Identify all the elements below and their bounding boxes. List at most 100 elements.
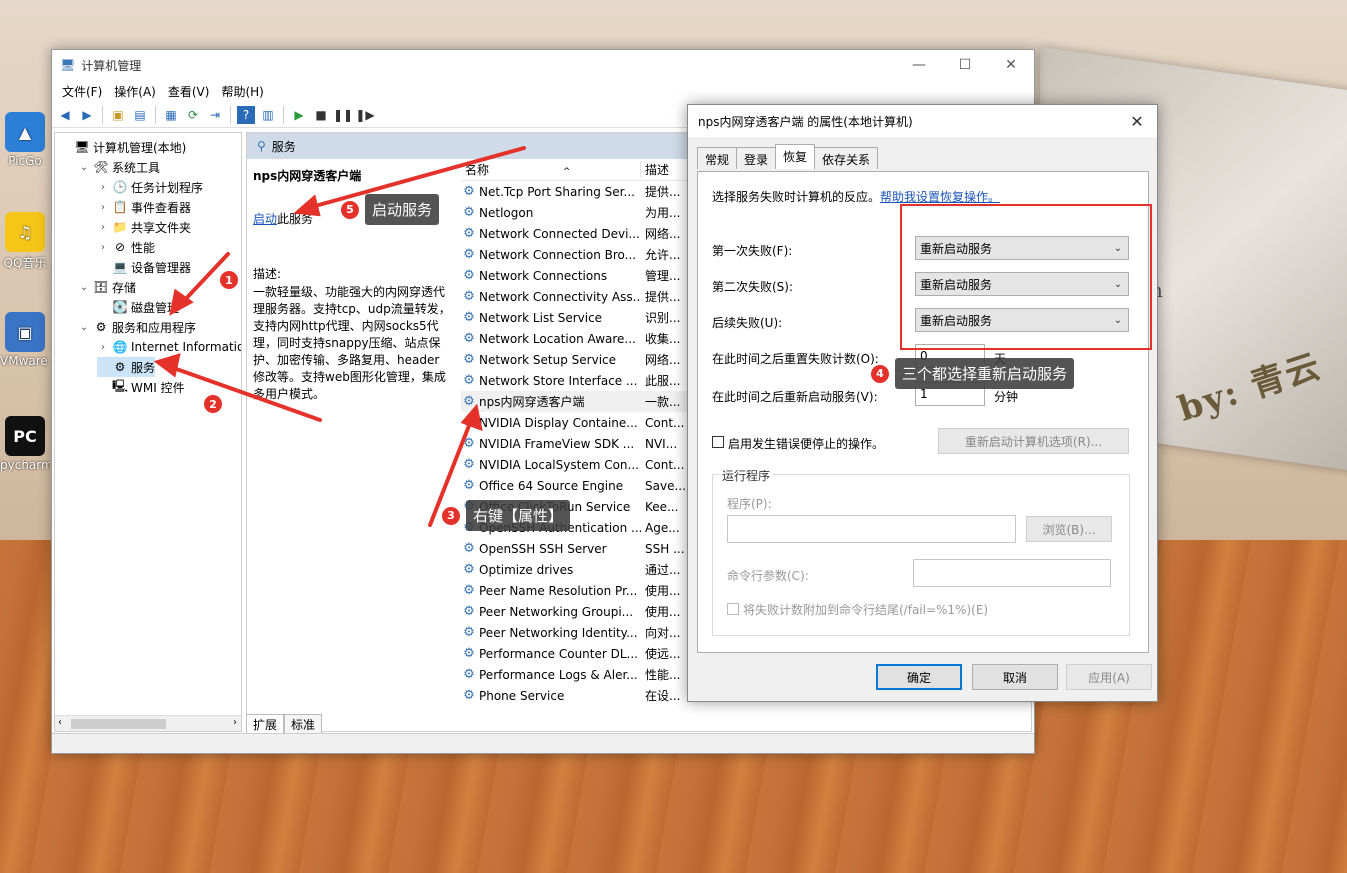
dialog-close-icon[interactable]: ✕ — [1117, 112, 1157, 131]
tree-expander-icon[interactable]: › — [97, 182, 109, 193]
tree-expander-icon[interactable]: › — [97, 342, 109, 353]
tab-general[interactable]: 常规 — [697, 147, 738, 169]
desktop-icon[interactable]: ▣ VMware Workstati... — [0, 312, 50, 368]
restart-unit: 分钟 — [994, 390, 1019, 404]
back-icon[interactable]: ◀ — [56, 106, 74, 124]
desktop-icon[interactable]: ♫ QQ音乐 — [0, 212, 50, 271]
tree-expander-icon[interactable]: ⌄ — [78, 322, 90, 333]
tree-node-icon: ⚙ — [95, 320, 107, 334]
service-name: Netlogon — [479, 205, 534, 220]
refresh-icon[interactable]: ⟳ — [184, 106, 202, 124]
enable-stop-errors-checkbox[interactable] — [712, 436, 724, 448]
forward-icon[interactable]: ▶ — [78, 106, 96, 124]
menu-action[interactable]: 操作(A) — [108, 83, 162, 100]
tree-item[interactable]: › 🕒 任务计划程序 — [97, 177, 203, 197]
tree-expander-icon[interactable]: ⌄ — [78, 282, 90, 293]
tree-item[interactable]: ⌄ ⚙ 服务和应用程序 — [78, 317, 196, 337]
annotation-2-number: 2 — [204, 395, 222, 413]
desktop-icon[interactable]: PC pycharm — [0, 416, 50, 472]
tree-node-icon: 💻 — [112, 260, 128, 274]
start-service-link[interactable]: 启动 — [253, 212, 277, 226]
tab-recovery[interactable]: 恢复 — [775, 144, 816, 169]
tab-standard[interactable]: 标准 — [284, 714, 323, 734]
annotation-1-number: 1 — [220, 271, 238, 289]
service-name: Network List Service — [479, 310, 603, 325]
apply-button[interactable]: 应用(A) — [1066, 664, 1152, 690]
tree-item[interactable]: ⌄ 🗄 存储 — [78, 277, 136, 297]
tree-item[interactable]: 💽 磁盘管理 — [97, 297, 180, 317]
sort-up-icon: ^ — [563, 167, 571, 177]
tree-horizontal-scrollbar[interactable]: ‹ › — [55, 715, 241, 731]
tree-node-icon: 🗄 — [93, 280, 109, 294]
description-text: 一款轻量级、功能强大的内网穿透代理服务器。支持tcp、udp流量转发，支持内网h… — [253, 285, 451, 401]
service-gear-icon: ⚙ — [463, 541, 475, 556]
service-desc: 提供... — [645, 290, 681, 304]
tree-item[interactable]: ›🌐Internet Information S — [97, 337, 241, 357]
tree-expander-icon[interactable]: › — [97, 222, 109, 233]
program-input[interactable] — [727, 515, 1016, 543]
column-name[interactable]: 名称 ^ — [461, 161, 641, 178]
menu-help[interactable]: 帮助(H) — [215, 83, 269, 100]
service-name: Peer Networking Groupi... — [479, 604, 634, 619]
service-gear-icon: ⚙ — [463, 478, 475, 493]
tree-item[interactable]: ⚙ 服务 — [97, 357, 156, 377]
cmd-params-input[interactable] — [913, 559, 1111, 587]
tree-item[interactable]: 💻 设备管理器 — [97, 257, 192, 277]
menu-file[interactable]: 文件(F) — [56, 83, 108, 100]
tree-item[interactable]: ⌄ 🛠 系统工具 — [78, 157, 160, 177]
tab-dependencies[interactable]: 依存关系 — [814, 147, 879, 169]
cancel-button[interactable]: 取消 — [972, 664, 1058, 690]
tree-item-label: 事件查看器 — [131, 200, 192, 215]
service-desc: 管理... — [645, 269, 681, 283]
tab-logon[interactable]: 登录 — [736, 147, 777, 169]
start-service-icon[interactable]: ▶ — [290, 106, 308, 124]
scrollbar-thumb[interactable] — [71, 719, 166, 729]
restart-service-icon[interactable]: ❚▶ — [355, 106, 374, 124]
export-list-icon[interactable]: ⇥ — [206, 106, 224, 124]
service-gear-icon: ⚙ — [463, 562, 475, 577]
pause-service-icon[interactable]: ❚❚ — [333, 106, 353, 124]
close-button[interactable]: ✕ — [988, 50, 1034, 80]
tree-expander-icon[interactable]: › — [97, 202, 109, 213]
tab-extended[interactable]: 扩展 — [246, 714, 285, 734]
scroll-left-icon[interactable]: ‹ — [58, 717, 62, 728]
maximize-button[interactable]: ☐ — [942, 50, 988, 80]
action-pane-icon[interactable]: ▥ — [259, 106, 277, 124]
menu-bar: 文件(F) 操作(A) 查看(V) 帮助(H) — [52, 80, 1034, 102]
service-name: Network Connectivity Ass... — [479, 289, 641, 304]
browse-button[interactable]: 浏览(B)... — [1026, 516, 1112, 542]
show-hide-tree-icon[interactable]: ▤ — [131, 106, 149, 124]
help-icon[interactable]: ? — [237, 105, 255, 124]
minimize-button[interactable]: — — [896, 50, 942, 80]
tree-expander-icon[interactable]: › — [97, 242, 109, 253]
desktop-icon-label: PicGo — [8, 154, 42, 168]
service-gear-icon: ⚙ — [463, 247, 475, 262]
service-desc: 一款... — [645, 395, 681, 409]
restart-computer-options-button[interactable]: 重新启动计算机选项(R)... — [938, 428, 1129, 454]
tree-node-icon: 📁 — [112, 220, 128, 234]
properties-icon[interactable]: ▦ — [162, 106, 180, 124]
service-gear-icon: ⚙ — [463, 457, 475, 472]
column-description[interactable]: 描述 — [641, 161, 669, 178]
tree-item[interactable]: › ⊘ 性能 — [97, 237, 155, 257]
app-icon: ▲ — [5, 112, 45, 152]
help-recovery-link[interactable]: 帮助我设置恢复操作。 — [880, 190, 1000, 204]
up-folder-icon[interactable]: ▣ — [109, 106, 127, 124]
service-desc: 网络... — [645, 227, 681, 241]
desktop-icon[interactable]: ▲ PicGo — [0, 112, 50, 168]
service-gear-icon: ⚙ — [463, 373, 475, 388]
tree-item[interactable]: 🖳 WMI 控件 — [97, 377, 185, 397]
service-desc: 使用... — [645, 584, 681, 598]
stop-service-icon[interactable]: ■ — [312, 106, 330, 124]
service-gear-icon: ⚙ — [463, 394, 475, 409]
ok-button[interactable]: 确定 — [876, 664, 962, 690]
scroll-right-icon[interactable]: › — [233, 717, 237, 728]
append-fail-count-checkbox[interactable] — [727, 603, 739, 615]
tree-item[interactable]: › 📋 事件查看器 — [97, 197, 191, 217]
menu-view[interactable]: 查看(V) — [162, 83, 216, 100]
service-name: Performance Logs & Aler... — [479, 667, 638, 682]
tree-item[interactable]: 🖥 计算机管理(本地) — [59, 137, 186, 157]
tree-item[interactable]: › 📁 共享文件夹 — [97, 217, 191, 237]
tree-expander-icon[interactable]: ⌄ — [78, 162, 90, 173]
annotation-3-number: 3 — [442, 506, 460, 525]
